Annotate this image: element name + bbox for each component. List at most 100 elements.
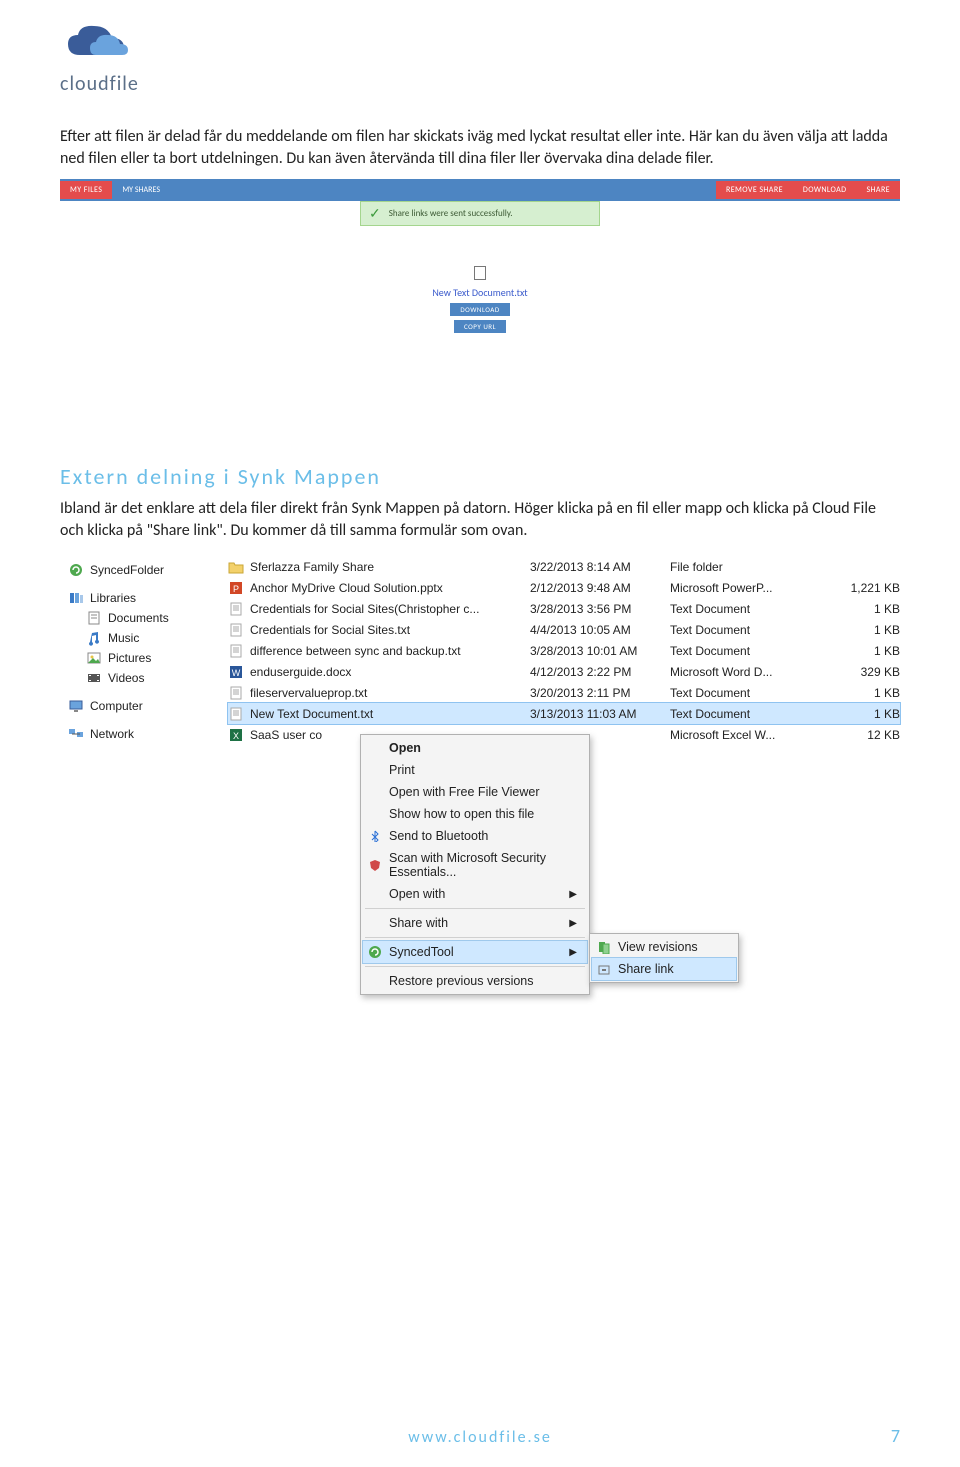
file-date: 2/12/2013 9:48 AM — [530, 581, 670, 595]
file-size: 329 KB — [830, 665, 900, 679]
footer-url: www.cloudfile.se — [408, 1428, 552, 1447]
chevron-right-icon: ▶ — [569, 918, 577, 929]
btn-copy-url[interactable]: COPY URL — [454, 320, 506, 333]
nav-libraries[interactable]: Libraries — [60, 588, 228, 608]
file-date: 4/4/2013 10:05 AM — [530, 623, 670, 637]
file-date: 3/28/2013 10:01 AM — [530, 644, 670, 658]
shared-file-link[interactable]: New Text Document.txt — [432, 286, 527, 299]
sm-share-link[interactable]: Share link — [592, 958, 736, 980]
file-name: enduserguide.docx — [250, 665, 530, 679]
file-type-icon: X — [228, 727, 244, 743]
nav-label: Network — [90, 727, 134, 741]
context-submenu: View revisions Share link — [589, 933, 739, 983]
document-icon — [474, 266, 486, 280]
cm-free-viewer[interactable]: Open with Free File Viewer — [363, 781, 587, 803]
file-type: Text Document — [670, 623, 830, 637]
cm-bluetooth[interactable]: Send to Bluetooth — [363, 825, 587, 847]
file-name: Credentials for Social Sites(Christopher… — [250, 602, 530, 616]
sync-folder-icon — [68, 562, 84, 578]
logo-text: cloudfile — [60, 72, 139, 96]
nav-pictures[interactable]: Pictures — [60, 648, 228, 668]
file-row[interactable]: difference between sync and backup.txt3/… — [228, 640, 900, 661]
explorer-nav-pane: SyncedFolder Libraries Documents — [60, 556, 228, 756]
nav-music[interactable]: Music — [60, 628, 228, 648]
file-type: Text Document — [670, 707, 830, 721]
file-date: 3/22/2013 8:14 AM — [530, 560, 670, 574]
file-name: fileservervalueprop.txt — [250, 686, 530, 700]
footer: www.cloudfile.se — [0, 1428, 960, 1447]
pictures-icon — [86, 650, 102, 666]
screenshot-explorer: SyncedFolder Libraries Documents — [60, 556, 900, 756]
btn-remove-share[interactable]: REMOVE SHARE — [716, 181, 793, 199]
success-banner: ✓ Share links were sent successfully. — [360, 201, 600, 226]
cm-open-with[interactable]: Open with▶ — [363, 883, 587, 905]
svg-text:X: X — [233, 731, 239, 741]
file-size: 1 KB — [830, 707, 900, 721]
nav-network[interactable]: Network — [60, 724, 228, 744]
cm-show-how[interactable]: Show how to open this file — [363, 803, 587, 825]
file-row[interactable]: New Text Document.txt3/13/2013 11:03 AMT… — [228, 703, 900, 724]
file-row[interactable]: Credentials for Social Sites(Christopher… — [228, 598, 900, 619]
nav-label: Computer — [90, 699, 143, 713]
file-row[interactable]: Credentials for Social Sites.txt4/4/2013… — [228, 619, 900, 640]
file-name: Credentials for Social Sites.txt — [250, 623, 530, 637]
bluetooth-icon — [367, 830, 383, 842]
nav-videos[interactable]: Videos — [60, 668, 228, 688]
nav-label: Videos — [108, 671, 144, 685]
nav-syncedfolder[interactable]: SyncedFolder — [60, 560, 228, 580]
cm-scan[interactable]: Scan with Microsoft Security Essentials.… — [363, 847, 587, 883]
file-type: File folder — [670, 560, 830, 574]
nav-label: Documents — [108, 611, 169, 625]
cm-syncedtool[interactable]: SyncedTool▶ — [363, 941, 587, 963]
file-row[interactable]: PAnchor MyDrive Cloud Solution.pptx2/12/… — [228, 577, 900, 598]
file-date: 3/20/2013 2:11 PM — [530, 686, 670, 700]
file-size: 1 KB — [830, 644, 900, 658]
file-type: Text Document — [670, 602, 830, 616]
tab-my-shares[interactable]: MY SHARES — [112, 181, 170, 199]
file-row[interactable]: Wenduserguide.docx4/12/2013 2:22 PMMicro… — [228, 661, 900, 682]
computer-icon — [68, 698, 84, 714]
context-menu: Open Print Open with Free File Viewer Sh… — [360, 734, 590, 995]
cm-restore[interactable]: Restore previous versions — [363, 970, 587, 992]
separator — [365, 966, 585, 967]
share-link-icon — [596, 962, 612, 976]
documents-icon — [86, 610, 102, 626]
file-row[interactable]: Sferlazza Family Share3/22/2013 8:14 AMF… — [228, 556, 900, 577]
chevron-right-icon: ▶ — [569, 947, 577, 958]
btn-download-top[interactable]: DOWNLOAD — [793, 181, 857, 199]
nav-label: Pictures — [108, 651, 151, 665]
file-size: 12 KB — [830, 728, 900, 742]
explorer-files-pane: Sferlazza Family Share3/22/2013 8:14 AMF… — [228, 556, 900, 756]
file-size: 1 KB — [830, 602, 900, 616]
nav-label: SyncedFolder — [90, 563, 164, 577]
section-heading: Extern delning i Synk Mappen — [60, 463, 900, 490]
file-date: 3/13/2013 11:03 AM — [530, 707, 670, 721]
nav-computer[interactable]: Computer — [60, 696, 228, 716]
cm-open[interactable]: Open — [363, 737, 587, 759]
nav-label: Libraries — [90, 591, 136, 605]
file-size: 1,221 KB — [830, 581, 900, 595]
svg-text:W: W — [232, 668, 241, 678]
file-name: New Text Document.txt — [250, 707, 530, 721]
btn-download[interactable]: DOWNLOAD — [450, 303, 509, 316]
file-type: Microsoft Word D... — [670, 665, 830, 679]
file-name: Sferlazza Family Share — [250, 560, 530, 574]
sm-view-revisions[interactable]: View revisions — [592, 936, 736, 958]
file-size: 1 KB — [830, 686, 900, 700]
cm-print[interactable]: Print — [363, 759, 587, 781]
btn-share[interactable]: SHARE — [856, 181, 900, 199]
file-type-icon — [228, 601, 244, 617]
file-size: 1 KB — [830, 623, 900, 637]
file-type-icon — [228, 622, 244, 638]
nav-documents[interactable]: Documents — [60, 608, 228, 628]
shield-icon — [367, 859, 383, 871]
tab-my-files[interactable]: MY FILES — [60, 181, 112, 199]
file-name: difference between sync and backup.txt — [250, 644, 530, 658]
chevron-right-icon: ▶ — [569, 889, 577, 900]
file-type-icon — [228, 685, 244, 701]
cm-share-with[interactable]: Share with▶ — [363, 912, 587, 934]
file-row[interactable]: fileservervalueprop.txt3/20/2013 2:11 PM… — [228, 682, 900, 703]
music-icon — [86, 630, 102, 646]
file-name: Anchor MyDrive Cloud Solution.pptx — [250, 581, 530, 595]
web-topbar: MY FILES MY SHARES REMOVE SHARE DOWNLOAD… — [60, 179, 900, 201]
